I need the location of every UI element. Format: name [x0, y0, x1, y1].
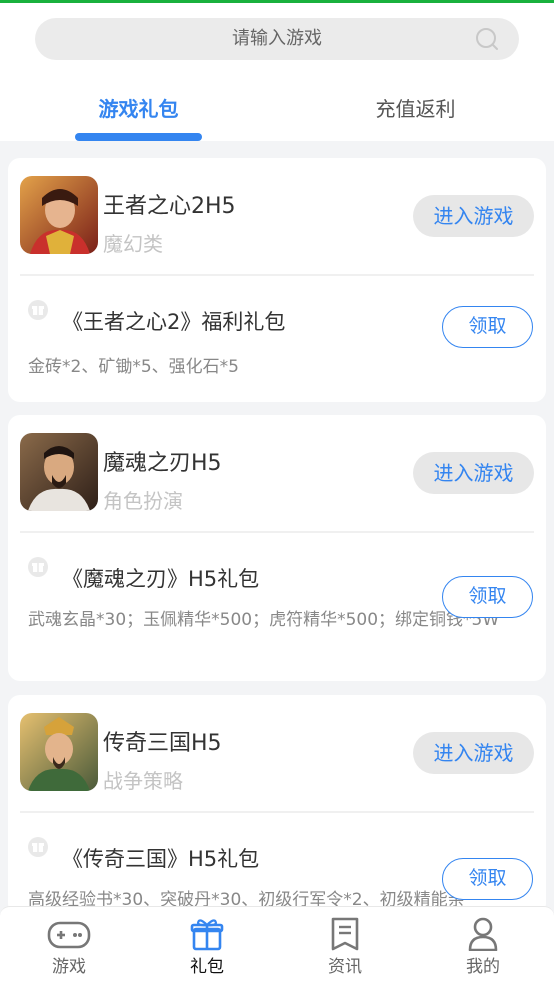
search-icon[interactable] — [475, 27, 499, 51]
nav-item-news[interactable]: 资讯 — [276, 907, 414, 985]
gift-icon — [190, 919, 224, 951]
nav-item-games[interactable]: 游戏 — [0, 907, 138, 985]
tab-game-gift[interactable]: 游戏礼包 — [0, 79, 277, 139]
gift-title: 《王者之心2》福利礼包 — [62, 310, 286, 334]
claim-button[interactable]: 领取 — [442, 576, 533, 618]
bottom-nav: 游戏 礼包 资讯 我的 — [0, 906, 554, 985]
gift-row: 《传奇三国》H5礼包 高级经验书*30、突破丹*30、初级行军令*2、初级精能亲… — [8, 813, 546, 915]
nav-label: 礼包 — [190, 957, 224, 977]
gift-icon — [28, 300, 48, 320]
tab-recharge-rebate[interactable]: 充值返利 — [277, 79, 554, 139]
gift-description: 武魂玄晶*30；玉佩精华*500；虎符精华*500；绑定铜钱*5W — [28, 610, 500, 630]
gift-icon — [28, 557, 48, 577]
enter-game-button[interactable]: 进入游戏 — [413, 732, 534, 774]
claim-button[interactable]: 领取 — [442, 858, 533, 900]
gift-description: 金砖*2、矿锄*5、强化石*5 — [28, 357, 239, 377]
nav-label: 我的 — [466, 957, 500, 977]
game-card: 魔魂之刃H5 角色扮演 进入游戏 《魔魂之刃》H5礼包 武魂玄晶*30；玉佩精华… — [8, 415, 546, 681]
nav-item-mine[interactable]: 我的 — [414, 907, 552, 985]
active-tab-indicator — [75, 133, 202, 141]
search-input[interactable]: 请输入游戏 — [35, 18, 519, 60]
nav-item-gift[interactable]: 礼包 — [138, 907, 276, 985]
gift-title: 《传奇三国》H5礼包 — [62, 847, 260, 871]
gift-title: 《魔魂之刃》H5礼包 — [62, 567, 260, 591]
game-card: 传奇三国H5 战争策略 进入游戏 《传奇三国》H5礼包 高级经验书*30、突破丹… — [8, 695, 546, 915]
nav-label: 资讯 — [328, 957, 362, 977]
gift-row: 《王者之心2》福利礼包 金砖*2、矿锄*5、强化石*5 领取 — [8, 276, 546, 402]
document-icon — [331, 917, 359, 951]
game-category: 魔幻类 — [103, 232, 163, 256]
game-category: 角色扮演 — [103, 489, 183, 513]
game-icon[interactable] — [20, 433, 98, 511]
game-icon[interactable] — [20, 176, 98, 254]
header: 请输入游戏 游戏礼包 充值返利 — [0, 3, 554, 141]
nav-label: 游戏 — [52, 957, 86, 977]
game-name: 王者之心2H5 — [103, 194, 236, 219]
game-category: 战争策略 — [103, 769, 183, 793]
game-name: 魔魂之刃H5 — [103, 451, 222, 476]
enter-game-button[interactable]: 进入游戏 — [413, 452, 534, 494]
gift-icon — [28, 837, 48, 857]
game-icon[interactable] — [20, 713, 98, 791]
gamepad-icon — [47, 921, 91, 949]
game-card: 王者之心2H5 魔幻类 进入游戏 《王者之心2》福利礼包 金砖*2、矿锄*5、强… — [8, 158, 546, 402]
game-name: 传奇三国H5 — [103, 731, 222, 756]
user-icon — [468, 917, 498, 951]
search-placeholder: 请输入游戏 — [232, 28, 322, 49]
claim-button[interactable]: 领取 — [442, 306, 533, 348]
gift-row: 《魔魂之刃》H5礼包 武魂玄晶*30；玉佩精华*500；虎符精华*500；绑定铜… — [8, 533, 546, 681]
enter-game-button[interactable]: 进入游戏 — [413, 195, 534, 237]
